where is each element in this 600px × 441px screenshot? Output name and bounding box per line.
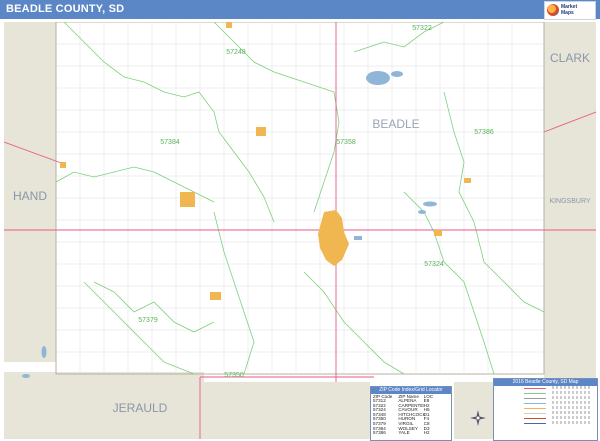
zip-index-table: ZIP Code Index/Grid Locator ZIP Code ZIP… [370, 386, 452, 441]
map-legend: 2016 Beadle County, SD Map [493, 378, 598, 441]
table-row: 57386 YALE H2 [371, 431, 451, 436]
zip-code: 57386 [373, 431, 386, 436]
zip-label-57358: 57358 [336, 139, 356, 146]
zip-label-57379: 57379 [138, 317, 158, 324]
publisher-logo-text: Market Maps [561, 4, 578, 16]
compass-rose-icon [470, 410, 486, 426]
zip-label-57350: 57350 [224, 372, 244, 379]
zip-name: YALE [398, 431, 410, 436]
legend-scale [552, 396, 592, 399]
legend-title: 2016 Beadle County, SD Map [494, 379, 597, 386]
neighbor-label-jerauld: JERAULD [113, 401, 168, 415]
legend-swatch [524, 393, 546, 394]
neighbor-label-hand: HAND [13, 189, 47, 203]
legend-scale [552, 391, 592, 394]
neighbor-label-kingsbury: KINGSBURY [549, 198, 590, 205]
zip-label-57248: 57248 [226, 49, 246, 56]
legend-swatch [524, 423, 546, 424]
county-label: BEADLE [372, 117, 419, 131]
legend-scale [552, 406, 592, 409]
legend-swatch [524, 418, 546, 419]
zip-label-57384: 57384 [160, 139, 180, 146]
legend-scale [552, 401, 592, 404]
legend-scale [552, 416, 592, 419]
zip-label-57386: 57386 [474, 129, 494, 136]
map-title: BEADLE COUNTY, SD [6, 3, 125, 15]
legend-swatch [524, 388, 546, 389]
neighbor-label-clark: CLARK [550, 51, 590, 65]
legend-swatch [524, 403, 546, 404]
legend-scale [552, 411, 592, 414]
legend-swatch [524, 413, 546, 414]
publisher-logo: Market Maps [544, 1, 596, 20]
county-map-canvas[interactable]: CLARK HAND KINGSBURY JERAULD BEADLE 5732… [4, 22, 596, 439]
zip-label-57324: 57324 [424, 261, 444, 268]
zip-index-title: ZIP Code Index/Grid Locator [371, 387, 451, 394]
grid-loc: H2 [423, 431, 430, 436]
zip-label-57322: 57322 [412, 25, 432, 32]
legend-swatch [524, 408, 546, 409]
legend-scale [552, 386, 592, 389]
neighbor-county-jerauld-area [4, 372, 204, 439]
legend-row [494, 421, 597, 426]
legend-swatch [524, 398, 546, 399]
map-publisher-logo-icon [547, 4, 559, 16]
county-map[interactable]: CLARK HAND KINGSBURY JERAULD BEADLE 5732… [4, 22, 596, 439]
map-header: BEADLE COUNTY, SD Market Maps [0, 0, 600, 20]
legend-scale [552, 421, 592, 424]
neighbor-county-kingsbury-area [544, 92, 596, 382]
neighbor-county-south-area [204, 382, 370, 439]
